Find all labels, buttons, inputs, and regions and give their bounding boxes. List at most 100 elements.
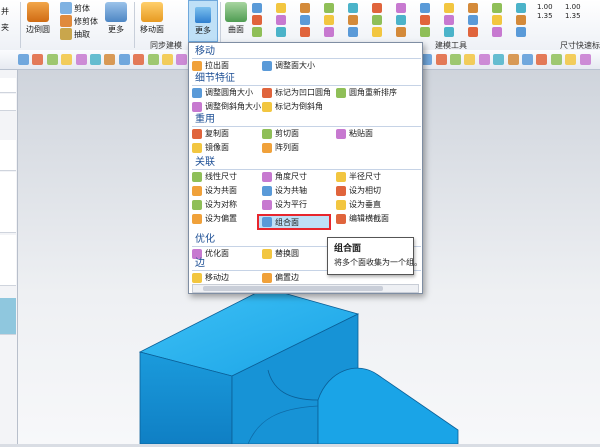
menu-item[interactable]: 编辑横截面 bbox=[336, 212, 389, 225]
menu-item[interactable]: 调整倒斜角大小 bbox=[192, 100, 261, 113]
toolbar-icon[interactable] bbox=[579, 54, 591, 65]
menu-item[interactable]: 粘贴面 bbox=[336, 127, 373, 140]
ribbon-tool-icon[interactable] bbox=[276, 15, 286, 25]
toolbar-icon[interactable] bbox=[536, 54, 548, 65]
panel-tab-active[interactable] bbox=[0, 298, 16, 335]
toolbar-icon[interactable] bbox=[522, 54, 533, 65]
toolbar-icon[interactable] bbox=[507, 54, 519, 65]
menu-item[interactable]: 设为垂直 bbox=[336, 198, 381, 211]
menu-item[interactable]: 剪切面 bbox=[262, 127, 299, 140]
ribbon-tool-icon[interactable] bbox=[444, 27, 454, 37]
toolbar-icon[interactable] bbox=[147, 54, 159, 65]
ribbon-tool-icon[interactable] bbox=[492, 3, 502, 13]
ribbon-tool-icon[interactable] bbox=[516, 27, 526, 37]
ribbon-tool-icon[interactable] bbox=[372, 15, 382, 25]
toolbar-icon[interactable] bbox=[435, 54, 447, 65]
more-button-1[interactable]: 更多 bbox=[105, 2, 127, 35]
menu-item[interactable]: 设为对称 bbox=[192, 198, 237, 211]
ribbon-tool-icon[interactable] bbox=[300, 27, 310, 37]
ribbon-tool-icon[interactable] bbox=[252, 15, 262, 25]
menu-item[interactable]: 设为共轴 bbox=[262, 184, 307, 197]
toolbar-icon[interactable] bbox=[18, 54, 29, 65]
menu-item[interactable]: 设为偏置 bbox=[192, 212, 237, 225]
ribbon-tool-icon[interactable] bbox=[252, 27, 262, 37]
toolbar-icon[interactable] bbox=[90, 54, 101, 65]
ribbon-tool-icon[interactable] bbox=[420, 15, 430, 25]
menu-item[interactable]: 设为相切 bbox=[336, 184, 381, 197]
panel-tab-5[interactable] bbox=[0, 235, 16, 286]
ribbon-tool-icon[interactable] bbox=[324, 15, 334, 25]
menu-item[interactable]: 调整面大小 bbox=[262, 59, 315, 72]
toolbar-icon[interactable] bbox=[478, 54, 490, 65]
ribbon-tool-icon[interactable] bbox=[348, 3, 358, 13]
toolbar-icon[interactable] bbox=[464, 54, 476, 65]
ribbon-tool-icon[interactable] bbox=[468, 27, 478, 37]
menu-item[interactable]: 偏置边 bbox=[262, 271, 299, 284]
extract-button[interactable]: 抽取 bbox=[60, 28, 90, 40]
surface-button[interactable]: 曲面 bbox=[225, 2, 247, 35]
ribbon-tool-icon[interactable] bbox=[468, 3, 478, 13]
ribbon-tool-icon[interactable] bbox=[324, 3, 334, 13]
menu-item[interactable]: 圆角重新排序 bbox=[336, 86, 397, 99]
panel-tab-3[interactable] bbox=[0, 140, 16, 171]
menu-item[interactable]: 半径尺寸 bbox=[336, 170, 381, 183]
ribbon-tool-icon[interactable] bbox=[492, 15, 502, 25]
menu-item[interactable]: 标记为倒斜角 bbox=[262, 100, 323, 113]
ribbon-tool-icon[interactable] bbox=[300, 15, 310, 25]
ribbon-tool-icon[interactable] bbox=[276, 27, 286, 37]
fillet-face[interactable] bbox=[317, 367, 459, 445]
ribbon-tool-icon[interactable] bbox=[348, 15, 358, 25]
toolbar-icon[interactable] bbox=[75, 54, 87, 65]
ribbon-tool-icon[interactable] bbox=[372, 3, 382, 13]
ribbon-tool-icon[interactable] bbox=[372, 27, 382, 37]
ribbon-tool-icon[interactable] bbox=[396, 15, 406, 25]
menu-item[interactable]: 调整圆角大小 bbox=[192, 86, 253, 99]
menu-item[interactable]: 镜像面 bbox=[192, 141, 229, 154]
ribbon-tool-icon[interactable] bbox=[348, 27, 358, 37]
menu-item-selected[interactable]: 组合面 bbox=[257, 214, 331, 230]
toolbar-icon[interactable] bbox=[493, 54, 505, 65]
ribbon-tool-icon[interactable] bbox=[252, 3, 262, 13]
menu-item[interactable]: 移动边 bbox=[192, 271, 229, 284]
ribbon-tool-icon[interactable] bbox=[444, 3, 454, 13]
panel-tab-4[interactable] bbox=[0, 172, 16, 233]
panel-tab-2[interactable] bbox=[0, 94, 16, 111]
ribbon-tool-icon[interactable] bbox=[420, 27, 430, 37]
panel-tab-1[interactable] bbox=[0, 78, 16, 93]
ribbon-tool-icon[interactable] bbox=[468, 15, 478, 25]
ribbon-tool-icon[interactable] bbox=[276, 3, 286, 13]
menu-item[interactable]: 标记为凹口圆角 bbox=[262, 86, 331, 99]
menu-item[interactable]: 拉出面 bbox=[192, 59, 229, 72]
more-button-2[interactable]: 更多 bbox=[188, 0, 218, 42]
toolbar-icon[interactable] bbox=[550, 54, 562, 65]
ribbon-tool-icon[interactable] bbox=[396, 27, 406, 37]
menu-item[interactable]: 设为平行 bbox=[262, 198, 307, 211]
ribbon-tool-icon[interactable] bbox=[300, 3, 310, 13]
menu-item[interactable]: 阵列面 bbox=[262, 141, 299, 154]
ribbon-tool-icon[interactable] bbox=[516, 3, 526, 13]
ribbon-tool-icon[interactable] bbox=[492, 27, 502, 37]
ribbon-tool-icon[interactable] bbox=[396, 3, 406, 13]
menu-item[interactable]: 线性尺寸 bbox=[192, 170, 237, 183]
move-face-button[interactable]: 移动面 bbox=[140, 2, 164, 35]
toolbar-icon[interactable] bbox=[450, 54, 461, 65]
ribbon-tool-icon[interactable] bbox=[444, 15, 454, 25]
ribbon-tool-icon[interactable] bbox=[324, 27, 334, 37]
toolbar-icon[interactable] bbox=[46, 54, 58, 65]
trim-body-button[interactable]: 修剪体 bbox=[60, 15, 98, 27]
toolbar-icon[interactable] bbox=[104, 54, 116, 65]
menu-item[interactable]: 角度尺寸 bbox=[262, 170, 307, 183]
menu-scrollbar[interactable] bbox=[192, 284, 419, 293]
toolbar-icon[interactable] bbox=[32, 54, 44, 65]
toolbar-icon[interactable] bbox=[162, 54, 173, 65]
toolbar-icon[interactable] bbox=[118, 54, 130, 65]
edge-face-button[interactable]: 边倒圆 bbox=[26, 2, 50, 35]
menu-item[interactable]: 设为共面 bbox=[192, 184, 237, 197]
top-cut-button[interactable]: 剪体 bbox=[60, 2, 90, 14]
toolbar-icon[interactable] bbox=[61, 54, 73, 65]
toolbar-icon[interactable] bbox=[565, 54, 577, 65]
scrollbar-thumb[interactable] bbox=[203, 286, 383, 291]
menu-item[interactable]: 复制面 bbox=[192, 127, 229, 140]
ribbon-tool-icon[interactable] bbox=[420, 3, 430, 13]
toolbar-icon[interactable] bbox=[133, 54, 145, 65]
